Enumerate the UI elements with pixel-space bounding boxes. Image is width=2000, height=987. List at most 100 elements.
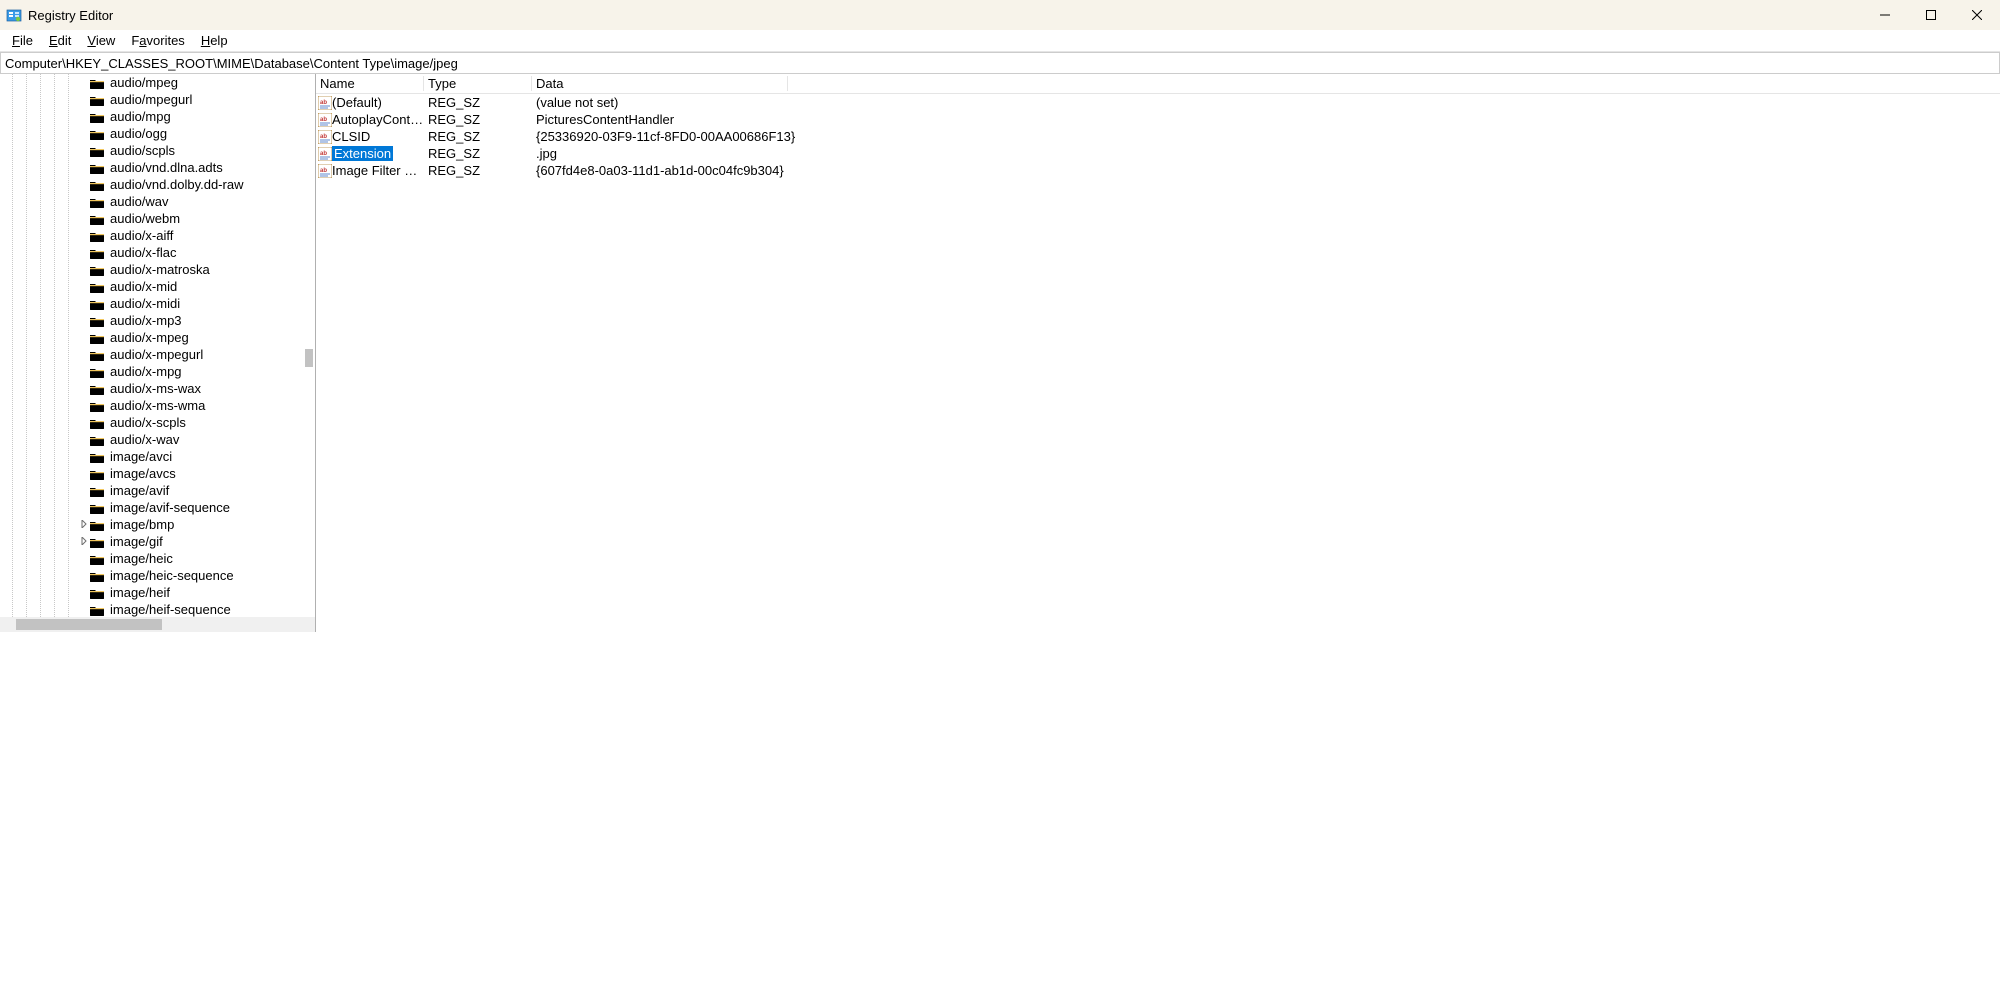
- menu-favorites[interactable]: Favorites: [123, 31, 192, 50]
- chevron-right-icon[interactable]: [78, 537, 90, 547]
- tree-item[interactable]: audio/x-mp3: [0, 312, 315, 329]
- tree-item[interactable]: image/gif: [0, 533, 315, 550]
- tree-item-label: audio/x-midi: [108, 296, 182, 311]
- tree-scroll[interactable]: audio/mpeg audio/mpegurl audio/mpgaudio/og…: [0, 74, 315, 632]
- tree-item[interactable]: audio/mpeg: [0, 74, 315, 91]
- tree-item[interactable]: audio/x-ms-wma: [0, 397, 315, 414]
- tree-item[interactable]: audio/x-mid: [0, 278, 315, 295]
- folder-icon: [90, 145, 104, 156]
- menu-file[interactable]: File: [4, 31, 41, 50]
- tree-item-label: audio/x-mp3: [108, 313, 184, 328]
- value-row[interactable]: (Default)REG_SZ(value not set): [316, 94, 2000, 111]
- content-area: audio/mpeg audio/mpegurl audio/mpgaudio/og…: [0, 74, 2000, 632]
- tree-item[interactable]: image/bmp: [0, 516, 315, 533]
- folder-icon: [90, 315, 104, 326]
- tree-item[interactable]: audio/x-mpg: [0, 363, 315, 380]
- address-text[interactable]: Computer\HKEY_CLASSES_ROOT\MIME\Database…: [5, 56, 1995, 71]
- tree-item[interactable]: audio/x-midi: [0, 295, 315, 312]
- folder-icon: [90, 298, 104, 309]
- maximize-button[interactable]: [1908, 0, 1954, 30]
- folder-icon: [90, 604, 104, 615]
- folder-icon: [90, 536, 104, 547]
- tree-item[interactable]: audio/x-aiff: [0, 227, 315, 244]
- tree: audio/mpeg audio/mpegurl audio/mpgaudio/og…: [0, 74, 315, 632]
- tree-vertical-scrollbar-thumb[interactable]: [305, 349, 313, 367]
- tree-item[interactable]: audio/x-mpegurl: [0, 346, 315, 363]
- folder-icon: [90, 451, 104, 462]
- tree-item[interactable]: audio/wav: [0, 193, 315, 210]
- tree-item[interactable]: audio/x-flac: [0, 244, 315, 261]
- value-row[interactable]: AutoplayContent...REG_SZPicturesContentH…: [316, 111, 2000, 128]
- value-name: AutoplayContent...: [332, 112, 424, 127]
- reg-string-icon: [316, 130, 332, 144]
- folder-icon: [90, 519, 104, 530]
- tree-item[interactable]: audio/vnd.dlna.adts: [0, 159, 315, 176]
- value-type: REG_SZ: [424, 146, 532, 161]
- tree-item-label: audio/mpegurl: [108, 92, 194, 107]
- tree-horizontal-scrollbar[interactable]: [0, 617, 315, 632]
- tree-item-label: audio/x-scpls: [108, 415, 188, 430]
- folder-icon: [90, 179, 104, 190]
- folder-icon: [90, 230, 104, 241]
- tree-item[interactable]: image/heif-sequence: [0, 601, 315, 618]
- tree-item[interactable]: audio/webm: [0, 210, 315, 227]
- tree-item-label: audio/x-ms-wma: [108, 398, 207, 413]
- tree-item[interactable]: image/heif: [0, 584, 315, 601]
- column-header-type[interactable]: Type: [424, 76, 532, 91]
- folder-icon: [90, 400, 104, 411]
- tree-item[interactable]: audio/x-wav: [0, 431, 315, 448]
- folder-icon: [90, 434, 104, 445]
- folder-icon: [90, 587, 104, 598]
- value-data: .jpg: [532, 146, 2000, 161]
- tree-item[interactable]: image/heic-sequence: [0, 567, 315, 584]
- menu-view[interactable]: View: [79, 31, 123, 50]
- tree-item[interactable]: image/heic: [0, 550, 315, 567]
- value-name: CLSID: [332, 129, 424, 144]
- tree-item-label: image/gif: [108, 534, 165, 549]
- tree-item-label: audio/mpg: [108, 109, 173, 124]
- folder-icon: [90, 213, 104, 224]
- tree-item[interactable]: image/avif: [0, 482, 315, 499]
- value-name: (Default): [332, 95, 424, 110]
- address-bar[interactable]: Computer\HKEY_CLASSES_ROOT\MIME\Database…: [0, 52, 2000, 74]
- tree-panel: audio/mpeg audio/mpegurl audio/mpgaudio/og…: [0, 74, 316, 632]
- tree-item[interactable]: audio/ogg: [0, 125, 315, 142]
- tree-item-label: audio/vnd.dolby.dd-raw: [108, 177, 245, 192]
- value-row[interactable]: ExtensionREG_SZ.jpg: [316, 145, 2000, 162]
- column-header-name[interactable]: Name: [316, 76, 424, 91]
- column-header-data[interactable]: Data: [532, 76, 788, 91]
- tree-item[interactable]: image/avif-sequence: [0, 499, 315, 516]
- tree-item[interactable]: audio/x-ms-wax: [0, 380, 315, 397]
- tree-item[interactable]: audio/vnd.dolby.dd-raw: [0, 176, 315, 193]
- registry-editor-icon: [6, 7, 22, 23]
- tree-item[interactable]: audio/mpegurl: [0, 91, 315, 108]
- reg-string-icon: [316, 164, 332, 178]
- window-controls: [1862, 0, 2000, 30]
- tree-item[interactable]: audio/x-scpls: [0, 414, 315, 431]
- tree-item[interactable]: audio/mpg: [0, 108, 315, 125]
- menu-help[interactable]: Help: [193, 31, 236, 50]
- minimize-button[interactable]: [1862, 0, 1908, 30]
- close-button[interactable]: [1954, 0, 2000, 30]
- tree-item[interactable]: image/avcs: [0, 465, 315, 482]
- tree-item-label: audio/x-matroska: [108, 262, 212, 277]
- tree-item-label: audio/mpeg: [108, 75, 180, 90]
- tree-item-label: image/heif: [108, 585, 172, 600]
- value-data: {607fd4e8-0a03-11d1-ab1d-00c04fc9b304}: [532, 163, 2000, 178]
- tree-item[interactable]: audio/x-matroska: [0, 261, 315, 278]
- value-row[interactable]: Image Filter CLSIDREG_SZ{607fd4e8-0a03-1…: [316, 162, 2000, 179]
- tree-item[interactable]: image/avci: [0, 448, 315, 465]
- tree-item[interactable]: audio/scpls: [0, 142, 315, 159]
- reg-string-icon: [316, 113, 332, 127]
- tree-item-label: audio/x-mpegurl: [108, 347, 205, 362]
- folder-icon: [90, 553, 104, 564]
- window-title: Registry Editor: [28, 8, 113, 23]
- tree-horizontal-scrollbar-thumb[interactable]: [16, 619, 162, 630]
- folder-icon: [90, 162, 104, 173]
- menu-edit[interactable]: Edit: [41, 31, 79, 50]
- folder-icon: [90, 196, 104, 207]
- reg-string-icon: [316, 96, 332, 110]
- chevron-right-icon[interactable]: [78, 520, 90, 530]
- value-row[interactable]: CLSIDREG_SZ{25336920-03F9-11cf-8FD0-00AA…: [316, 128, 2000, 145]
- tree-item[interactable]: audio/x-mpeg: [0, 329, 315, 346]
